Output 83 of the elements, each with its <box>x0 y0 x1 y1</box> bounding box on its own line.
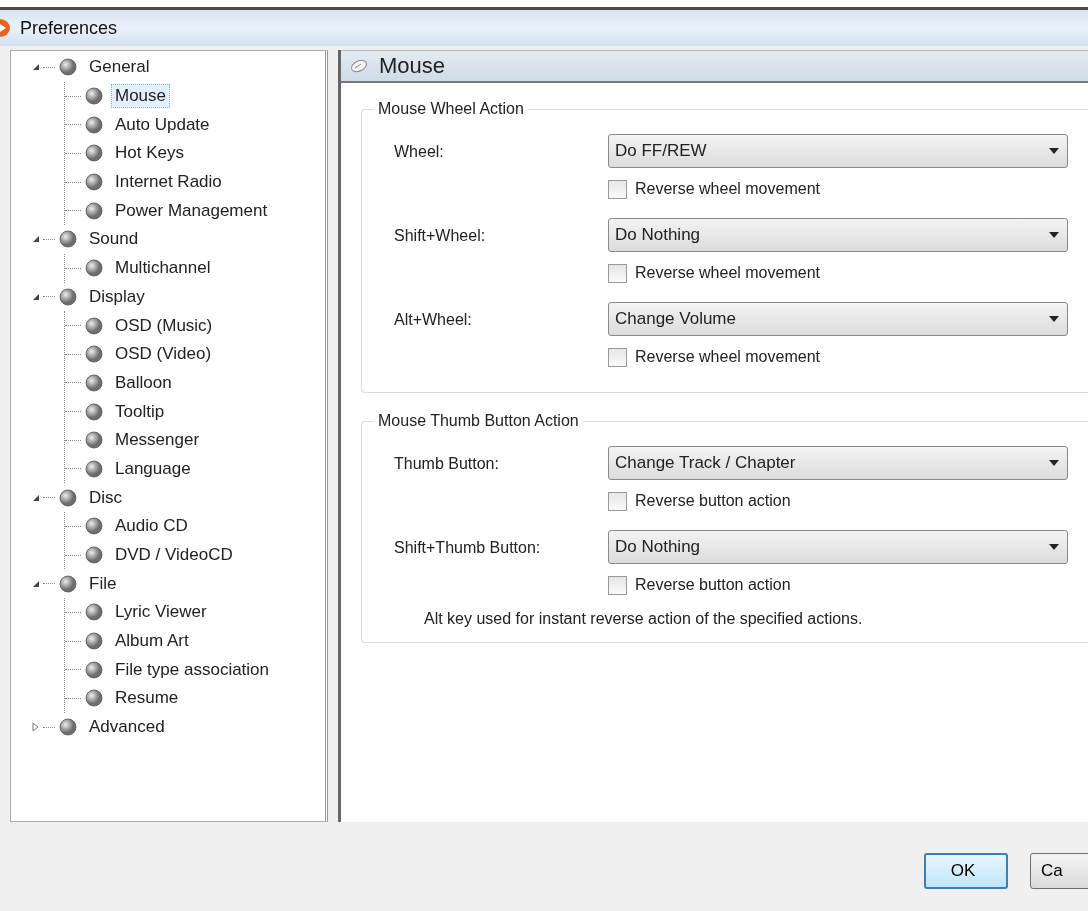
field-label: Wheel: <box>394 142 445 162</box>
tree-item[interactable]: File <box>85 571 121 596</box>
checkbox-label: Reverse wheel movement <box>635 348 820 366</box>
caret-icon <box>1049 232 1059 238</box>
node-icon <box>83 85 105 108</box>
field-label: Shift+Wheel: <box>394 226 487 246</box>
node-icon <box>83 630 105 653</box>
caret-icon <box>1049 148 1059 154</box>
node-icon <box>83 601 105 624</box>
dropdown[interactable]: Change Track / Chapter <box>608 446 1068 480</box>
tree-item[interactable]: Display <box>85 284 149 309</box>
field-label: Thumb Button: <box>394 454 500 474</box>
field-label: Shift+Thumb Button: <box>394 538 542 558</box>
checkbox[interactable] <box>608 263 627 283</box>
tree-item[interactable]: General <box>85 55 154 80</box>
dropdown[interactable]: Do Nothing <box>608 530 1068 564</box>
node-icon <box>83 257 105 280</box>
collapsed-arrow-icon[interactable] <box>31 722 41 733</box>
node-icon <box>83 687 105 710</box>
checkbox[interactable] <box>608 179 627 199</box>
note-text: Alt key used for instant reverse action of the specified actions. <box>424 610 864 628</box>
tree-item[interactable]: Mouse <box>111 84 171 109</box>
tree-item[interactable]: Advanced <box>85 715 169 740</box>
dropdown[interactable]: Do Nothing <box>608 218 1068 252</box>
checkbox[interactable] <box>608 491 627 511</box>
node-icon <box>57 486 79 509</box>
checkbox[interactable] <box>608 575 627 595</box>
node-icon <box>83 400 105 423</box>
ok-button[interactable]: OK <box>924 852 1008 889</box>
node-icon <box>83 142 105 165</box>
node-icon <box>83 429 105 452</box>
node-icon <box>83 371 105 394</box>
tree-item[interactable]: Language <box>111 456 195 481</box>
window-title: Preferences <box>20 17 118 39</box>
node-icon <box>57 228 79 251</box>
tree-item[interactable]: File type association <box>111 657 274 682</box>
caret-icon <box>1049 316 1059 322</box>
field-label: Alt+Wheel: <box>394 310 473 330</box>
dropdown[interactable]: Do FF/REW <box>608 134 1068 168</box>
tree-item[interactable]: Resume <box>111 686 183 711</box>
tree-item[interactable]: OSD (Music) <box>111 313 217 338</box>
checkbox[interactable] <box>608 347 627 367</box>
checkbox-label: Reverse button action <box>635 492 791 510</box>
node-icon <box>57 56 79 79</box>
tree-item[interactable]: Auto Update <box>111 112 214 137</box>
node-icon <box>83 515 105 538</box>
node-icon <box>83 457 105 480</box>
tree-item[interactable]: Sound <box>85 227 143 252</box>
tree-item[interactable]: Tooltip <box>111 399 169 424</box>
tree-item[interactable]: Lyric Viewer <box>111 600 211 625</box>
tree-item[interactable]: Multichannel <box>111 256 215 281</box>
tree-item[interactable]: Disc <box>85 485 127 510</box>
node-icon <box>83 314 105 337</box>
tree-item[interactable]: Internet Radio <box>111 170 226 195</box>
dropdown[interactable]: Change Volume <box>608 302 1068 336</box>
checkbox-label: Reverse button action <box>635 576 791 594</box>
node-icon <box>57 716 79 739</box>
checkbox-label: Reverse wheel movement <box>635 180 820 198</box>
caret-icon <box>1049 460 1059 466</box>
tree-item[interactable]: DVD / VideoCD <box>111 543 237 568</box>
expanded-arrow-icon[interactable] <box>31 62 41 73</box>
mouse-icon <box>349 59 369 73</box>
caret-icon <box>1049 544 1059 550</box>
node-icon <box>83 343 105 366</box>
expanded-arrow-icon[interactable] <box>31 234 41 245</box>
tree-item[interactable]: Audio CD <box>111 514 192 539</box>
node-icon <box>83 199 105 222</box>
node-icon <box>83 658 105 681</box>
tree-item[interactable]: Balloon <box>111 370 176 395</box>
tree-item[interactable]: Messenger <box>111 428 204 453</box>
tree-item[interactable]: OSD (Video) <box>111 342 216 367</box>
node-icon <box>83 113 105 136</box>
panel-title: Mouse <box>379 53 446 79</box>
node-icon <box>83 544 105 567</box>
cancel-button[interactable]: Ca <box>1030 852 1088 889</box>
tree-item[interactable]: Album Art <box>111 629 193 654</box>
node-icon <box>83 171 105 194</box>
tree-item[interactable]: Power Management <box>111 198 272 223</box>
app-icon <box>0 17 12 39</box>
node-icon <box>57 572 79 595</box>
checkbox-label: Reverse wheel movement <box>635 264 820 282</box>
tree-item[interactable]: Hot Keys <box>111 141 188 166</box>
node-icon <box>57 285 79 308</box>
